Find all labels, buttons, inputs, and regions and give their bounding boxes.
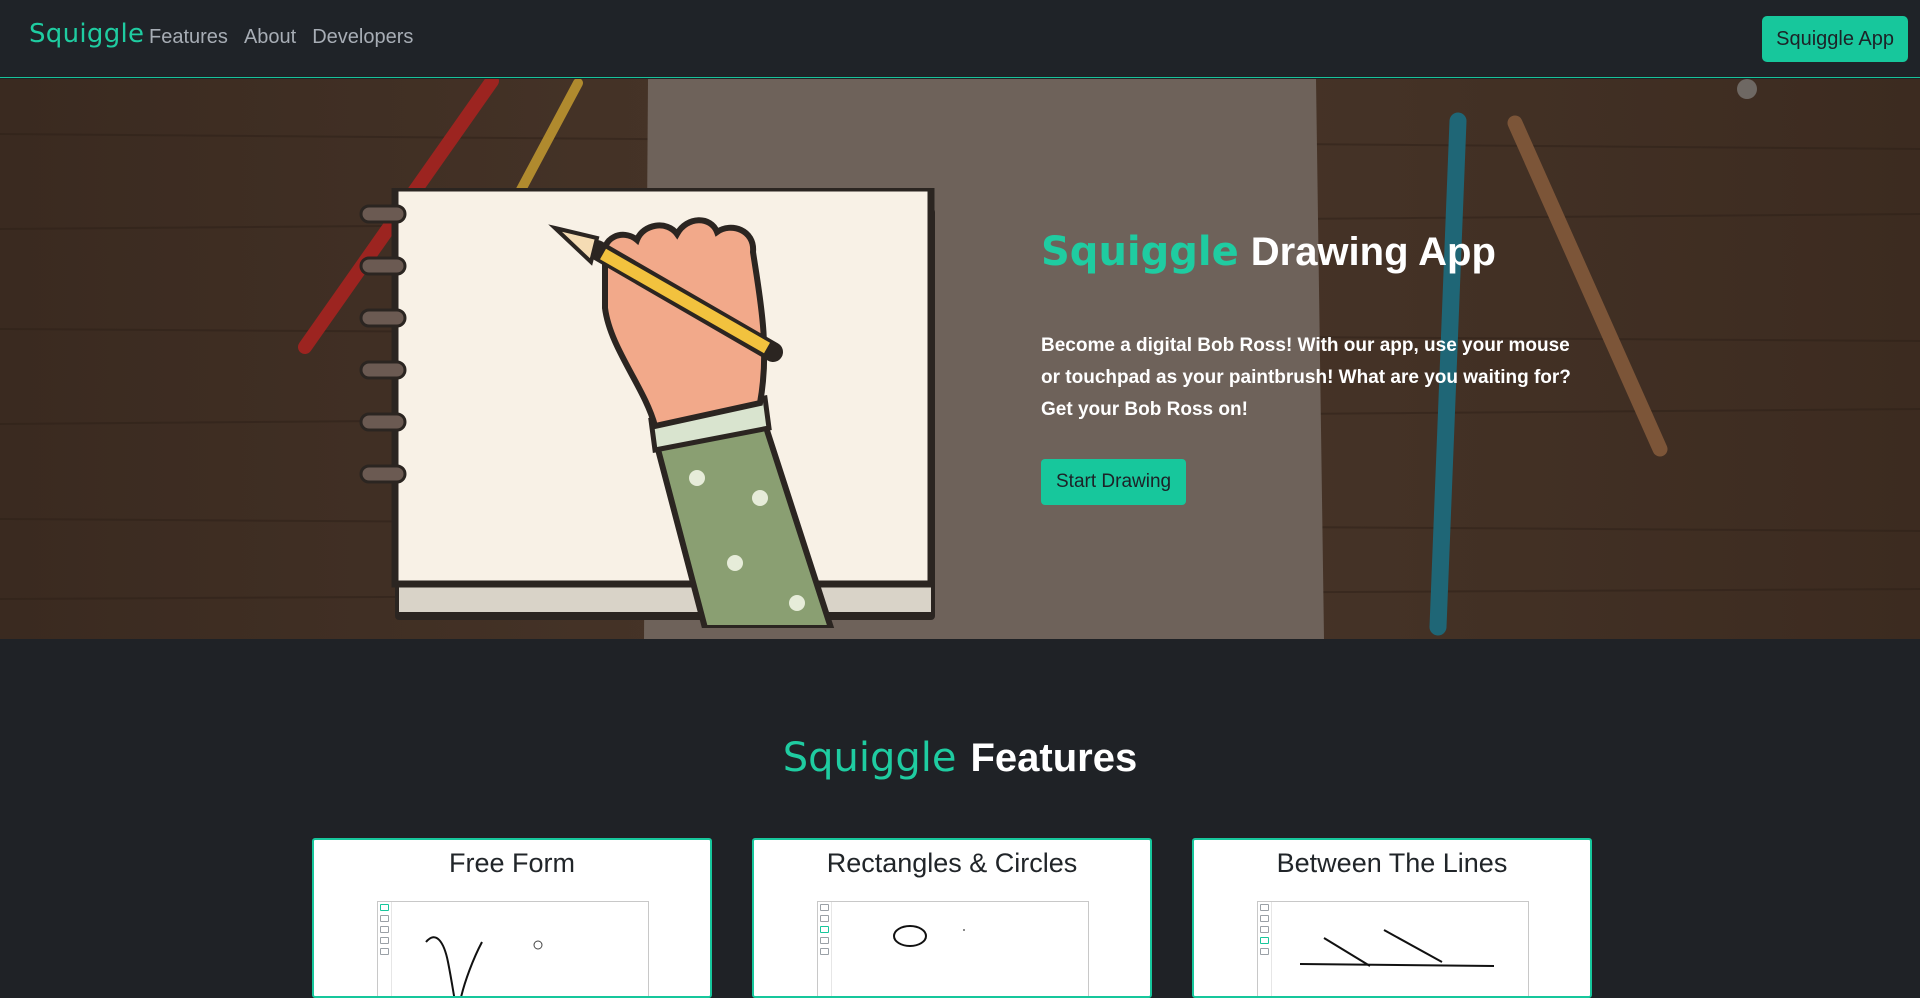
features-title: Features [970,736,1138,780]
navbar: Squiggle Features About Developers Squig… [0,0,1920,78]
feature-card-free-form[interactable]: Free Form [312,838,712,998]
lines-drawing [1299,929,1495,967]
toolbar-strip [818,902,832,996]
feature-cards: Free Form Rectangles & Circles Between T… [312,838,1592,998]
hero-logo: Squiggle [1041,229,1239,275]
brand-logo[interactable]: Squiggle [29,19,144,49]
feature-card-title: Rectangles & Circles [826,848,1078,878]
shapes-preview-image [817,901,1089,996]
feature-card-between-the-lines[interactable]: Between The Lines [1192,838,1592,998]
nav-link-features[interactable]: Features [149,26,228,49]
hero-text: Squiggle Drawing App Become a digital Bo… [1041,229,1581,505]
nav-link-developers[interactable]: Developers [312,26,413,49]
start-drawing-button[interactable]: Start Drawing [1041,459,1187,505]
hero-description: Become a digital Bob Ross! With our app,… [1041,335,1571,420]
features-logo: Squiggle [782,735,957,781]
nav-links: Features About Developers [149,26,413,49]
shapes-drawing [893,925,965,947]
sketchbook-illustration [359,188,935,628]
free-form-squiggle [425,936,543,996]
toolbar-strip [378,902,392,996]
lines-preview-image [1257,901,1529,996]
toolbar-strip [1258,902,1272,996]
free-form-preview-image [377,901,649,996]
hero-title: Squiggle Drawing App [1041,229,1581,275]
squiggle-app-button[interactable]: Squiggle App [1762,16,1908,62]
wood-desk-background [0,79,1920,639]
hero-title-text: Drawing App [1250,230,1496,274]
features-heading: Squiggle Features [0,735,1920,781]
hero-section: Squiggle Drawing App Become a digital Bo… [0,79,1920,639]
feature-card-rectangles-circles[interactable]: Rectangles & Circles [752,838,1152,998]
feature-card-title: Between The Lines [1276,848,1508,878]
nav-link-about[interactable]: About [244,26,296,49]
feature-card-title: Free Form [448,848,575,878]
